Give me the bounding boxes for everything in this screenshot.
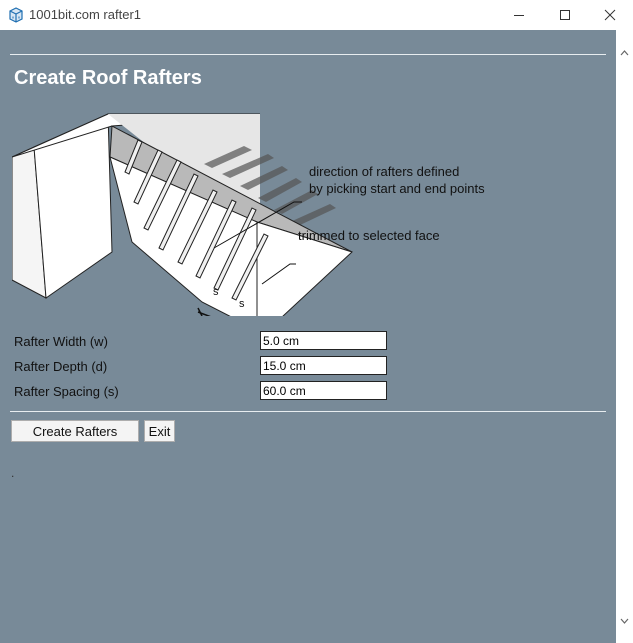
status-text: . [11, 466, 15, 480]
spacing-marker-2: s [239, 298, 245, 310]
rafter-depth-label: Rafter Depth (d) [14, 359, 108, 374]
maximize-button[interactable] [542, 0, 588, 30]
roof-rafters-illustration [12, 113, 353, 316]
annotation-direction-line1: direction of rafters defined [309, 164, 460, 179]
form-divider [10, 411, 606, 412]
rafter-spacing-label: Rafter Spacing (s) [14, 384, 119, 399]
exit-button[interactable]: Exit [144, 420, 175, 442]
minimize-icon [514, 15, 524, 16]
rafter-width-label: Rafter Width (w) [14, 334, 108, 349]
sketchup-app-icon [9, 7, 23, 23]
maximize-icon [560, 10, 570, 20]
create-rafters-button[interactable]: Create Rafters [11, 420, 139, 442]
dialog-content: Create Roof Rafters direction of rafters… [0, 30, 616, 643]
minimize-button[interactable] [496, 0, 542, 30]
rafter-spacing-input[interactable] [260, 381, 387, 400]
close-button[interactable] [587, 0, 633, 30]
vertical-scrollbar[interactable] [616, 30, 633, 643]
rafter-width-input[interactable] [260, 331, 387, 350]
close-icon [604, 9, 616, 21]
window-titlebar[interactable]: 1001bit.com rafter1 [0, 0, 633, 31]
window-title: 1001bit.com rafter1 [29, 7, 142, 22]
annotation-trim: trimmed to selected face [298, 228, 440, 243]
annotation-direction-line2: by picking start and end points [309, 181, 485, 196]
scroll-down-icon[interactable] [620, 618, 629, 624]
top-divider [10, 54, 606, 55]
page-title: Create Roof Rafters [14, 67, 202, 89]
spacing-marker-1: s [213, 286, 219, 298]
rafter-depth-input[interactable] [260, 356, 387, 375]
scroll-up-icon[interactable] [620, 50, 629, 56]
